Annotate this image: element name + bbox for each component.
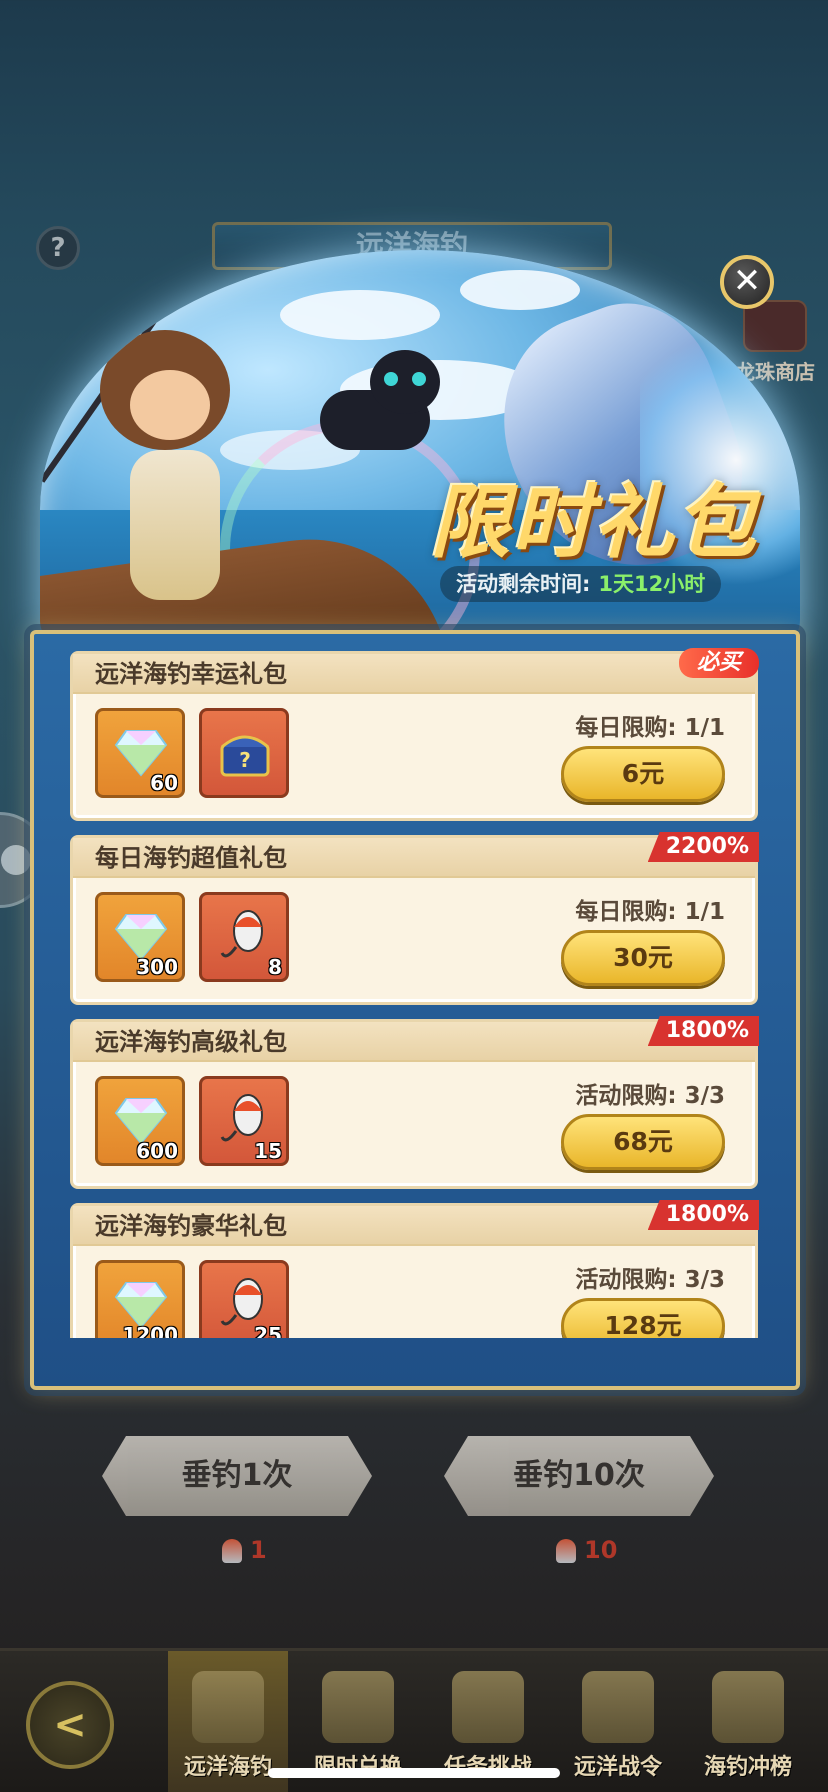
purchase-limit: 每日限购: 1/1 bbox=[575, 899, 725, 925]
value-badge: 1800% bbox=[647, 1016, 759, 1046]
pack-name: 远洋海钓幸运礼包 bbox=[73, 654, 755, 694]
scroll-icon bbox=[452, 1671, 524, 1743]
nav-tab-label: 远洋战令 bbox=[573, 1755, 662, 1780]
item-count: 8 bbox=[268, 955, 282, 979]
cast-ten-cost: 10 bbox=[556, 1536, 617, 1564]
item-count: 300 bbox=[136, 955, 178, 979]
black-cat-illustration bbox=[300, 350, 440, 460]
pack-card: 每日海钓超值礼包 2200% 300 8 每日限购: 1/1 30元 bbox=[70, 832, 759, 1005]
crossed-swords-icon bbox=[582, 1671, 654, 1743]
fishing-lure-icon[interactable]: 25 bbox=[199, 1260, 289, 1338]
buy-button[interactable]: 128元 bbox=[561, 1298, 725, 1338]
must-buy-badge: 必买 bbox=[678, 648, 759, 678]
podium-icon bbox=[712, 1671, 784, 1743]
item-count: 15 bbox=[254, 1139, 282, 1163]
nav-tab-label: 海钓冲榜 bbox=[703, 1755, 792, 1780]
fisher-girl-illustration bbox=[70, 310, 270, 610]
timer-label: 活动剩余时间: bbox=[456, 572, 591, 596]
close-button[interactable]: ✕ bbox=[720, 255, 774, 309]
timer-value: 1天12小时 bbox=[598, 572, 706, 596]
item-count: 600 bbox=[136, 1139, 178, 1163]
diamond-icon[interactable]: 60 bbox=[95, 708, 185, 798]
nav-tab-battle-pass[interactable]: 远洋战令 bbox=[558, 1651, 678, 1792]
cost-value: 1 bbox=[250, 1536, 267, 1564]
diamond-icon[interactable]: 600 bbox=[95, 1076, 185, 1166]
back-button[interactable]: < bbox=[26, 1681, 114, 1769]
purchase-limit: 活动限购: 3/3 bbox=[575, 1267, 725, 1293]
pack-card: 远洋海钓高级礼包 1800% 600 15 活动限购: 3/3 68元 bbox=[70, 1016, 759, 1189]
countdown-timer: 活动剩余时间: 1天12小时 bbox=[440, 566, 722, 602]
cast-once-cost: 1 bbox=[222, 1536, 267, 1564]
value-badge: 2200% bbox=[647, 832, 759, 862]
buy-button[interactable]: 6元 bbox=[561, 746, 725, 802]
home-indicator[interactable] bbox=[268, 1768, 560, 1778]
item-count: 60 bbox=[150, 771, 178, 795]
buy-button[interactable]: 68元 bbox=[561, 1114, 725, 1170]
fishing-lure-icon[interactable]: 15 bbox=[199, 1076, 289, 1166]
promo-title: 限时礼包 bbox=[430, 475, 758, 569]
nav-tab-ranking[interactable]: 海钓冲榜 bbox=[688, 1651, 808, 1792]
fish-icon bbox=[192, 1671, 264, 1743]
svg-text:?: ? bbox=[239, 748, 251, 772]
pack-list[interactable]: 远洋海钓幸运礼包 必买 60 ? 每日限购: 1/1 6元 每日海钓超值礼包 2… bbox=[56, 645, 770, 1338]
help-button[interactable]: ? bbox=[36, 226, 80, 270]
lure-cost-icon bbox=[556, 1539, 576, 1563]
fishing-lure-icon[interactable]: 8 bbox=[199, 892, 289, 982]
pack-card: 远洋海钓豪华礼包 1800% 1200 25 活动限购: 3/3 128元 bbox=[70, 1200, 759, 1338]
value-badge: 1800% bbox=[647, 1200, 759, 1230]
pack-card: 远洋海钓幸运礼包 必买 60 ? 每日限购: 1/1 6元 bbox=[70, 648, 759, 821]
gamepad-icon bbox=[1, 845, 31, 875]
item-count: 1200 bbox=[122, 1323, 178, 1338]
purchase-limit: 活动限购: 3/3 bbox=[575, 1083, 725, 1109]
treasure-chest-icon[interactable]: ? bbox=[199, 708, 289, 798]
diamond-icon[interactable]: 1200 bbox=[95, 1260, 185, 1338]
gift-box-icon bbox=[322, 1671, 394, 1743]
item-count: 25 bbox=[254, 1323, 282, 1338]
purchase-limit: 每日限购: 1/1 bbox=[575, 715, 725, 741]
cast-once-button[interactable]: 垂钓1次 bbox=[102, 1436, 372, 1516]
cost-value: 10 bbox=[584, 1536, 618, 1564]
lure-cost-icon bbox=[222, 1539, 242, 1563]
buy-button[interactable]: 30元 bbox=[561, 930, 725, 986]
cast-ten-button[interactable]: 垂钓10次 bbox=[444, 1436, 714, 1516]
diamond-icon[interactable]: 300 bbox=[95, 892, 185, 982]
